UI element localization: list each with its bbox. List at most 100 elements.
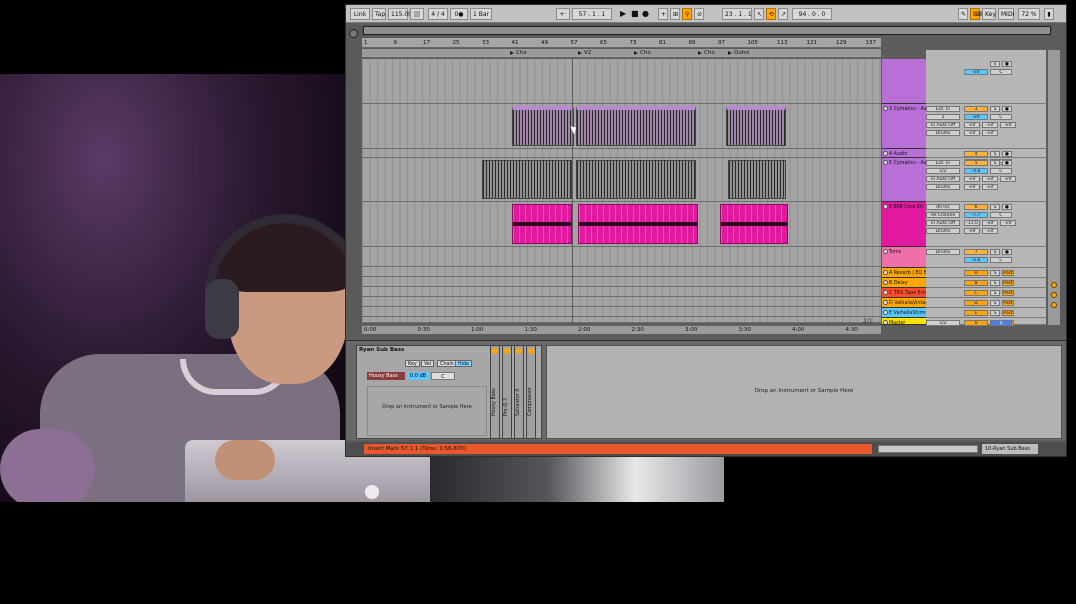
solo-button[interactable]: S xyxy=(990,249,1000,255)
post-button[interactable]: Post xyxy=(1002,280,1014,286)
track-header[interactable]: Master xyxy=(882,318,926,325)
solo-button[interactable]: S xyxy=(990,290,1000,296)
device-compressor[interactable]: Compressor xyxy=(526,345,536,439)
link-button[interactable]: Link xyxy=(350,8,370,20)
time-signature-field[interactable]: 4 / 4 xyxy=(428,8,448,20)
track-activator[interactable]: C xyxy=(964,290,988,296)
track-lane-6[interactable] xyxy=(362,202,881,247)
arm-button[interactable]: ● xyxy=(1002,61,1012,67)
tempo-field[interactable]: 115.00 xyxy=(388,8,412,20)
return-lane-c[interactable] xyxy=(362,287,881,297)
track-fold-icon[interactable] xyxy=(883,151,888,156)
locator-lane[interactable]: Cho V2 Cho Cho Outro xyxy=(362,49,881,58)
track-fold-icon[interactable] xyxy=(883,290,888,295)
quantize-menu[interactable]: 1 Bar xyxy=(470,8,492,20)
session-record-button[interactable]: ⊘ xyxy=(694,8,704,20)
send-c[interactable]: -inf xyxy=(1000,176,1016,182)
send-c[interactable]: -inf xyxy=(1000,122,1016,128)
monitor-switch[interactable]: In Auto Off xyxy=(926,176,960,182)
track-lane-3[interactable] xyxy=(362,104,881,149)
solo-button[interactable]: S xyxy=(990,106,1000,112)
pan-field[interactable]: C xyxy=(990,114,1012,120)
send-a[interactable]: -inf xyxy=(964,176,980,182)
track-fold-icon[interactable] xyxy=(883,160,888,165)
audio-clip[interactable] xyxy=(576,160,696,199)
solo-button[interactable]: S xyxy=(990,310,1000,316)
song-position-field[interactable]: 57 . 1 . 1 xyxy=(572,8,612,20)
track-fold-icon[interactable] xyxy=(883,270,888,275)
track-fold-icon[interactable] xyxy=(883,280,888,285)
solo-button[interactable]: S xyxy=(990,61,1000,67)
send-a[interactable]: -11.0 xyxy=(964,220,980,226)
send-b[interactable]: -inf xyxy=(982,220,998,226)
track-activator[interactable]: B xyxy=(964,280,988,286)
midi-clip[interactable] xyxy=(512,204,572,244)
audio-clip[interactable] xyxy=(482,160,572,199)
send-c[interactable]: -inf xyxy=(1000,220,1016,226)
track-header[interactable]: E ValhallaShimmer xyxy=(882,308,926,318)
locator-marker[interactable]: Outro xyxy=(728,49,749,58)
output-menu[interactable]: 1/2 xyxy=(926,320,960,326)
track-fold-icon[interactable] xyxy=(883,249,888,254)
pan-field[interactable]: C xyxy=(990,168,1012,174)
solo-button[interactable]: S xyxy=(990,151,1000,157)
solo-button[interactable]: S xyxy=(990,270,1000,276)
audio-clip[interactable] xyxy=(576,106,696,146)
track-header[interactable]: C TRX Tape Echo | EQ E xyxy=(882,288,926,298)
input-type-menu[interactable]: Ext. In xyxy=(926,160,960,166)
computer-midi-keyboard-button[interactable]: ⌨ xyxy=(970,8,982,20)
tap-button[interactable]: Tap xyxy=(372,8,386,20)
output-menu[interactable]: Drums xyxy=(926,228,960,234)
arm-button[interactable]: ● xyxy=(1002,204,1012,210)
device-housy-bass[interactable]: Housy Bass xyxy=(490,345,500,439)
track-header[interactable]: 5 Cymatics - Astro Mo xyxy=(882,158,926,202)
capture-button[interactable]: ⚲ xyxy=(682,8,692,20)
arm-button[interactable]: ● xyxy=(1002,160,1012,166)
cue-volume[interactable]: 0 xyxy=(990,320,1012,326)
track-lane-4[interactable] xyxy=(362,149,881,158)
overview-visible-region[interactable] xyxy=(363,26,1051,35)
arm-button[interactable]: ● xyxy=(1002,106,1012,112)
track-header[interactable]: 4 Audio xyxy=(882,149,926,158)
locator-marker[interactable]: V2 xyxy=(578,49,591,58)
return-lane-b[interactable] xyxy=(362,277,881,287)
chain-name[interactable]: Housy Bass xyxy=(367,372,405,380)
vertical-scrollbar[interactable] xyxy=(1048,50,1060,325)
loop-switch-button[interactable]: ⟲ xyxy=(766,8,776,20)
return-lane-e[interactable] xyxy=(362,307,881,317)
send-e[interactable]: -inf xyxy=(982,130,998,136)
midi-map-button[interactable]: MIDI xyxy=(998,8,1014,20)
locator-marker[interactable]: Cho xyxy=(698,49,715,58)
track-header[interactable]: A Reverb | EQ Eight xyxy=(882,268,926,278)
output-menu[interactable]: Drums xyxy=(926,249,960,255)
metronome-button[interactable]: 0● xyxy=(450,8,468,20)
arm-button[interactable]: ● xyxy=(1002,151,1012,157)
punch-in-button[interactable]: ↖ xyxy=(754,8,764,20)
input-channel-menu[interactable]: All Channe xyxy=(926,212,960,218)
side-knob-icon[interactable] xyxy=(1051,302,1057,308)
locator-marker[interactable]: Cho xyxy=(634,49,651,58)
automation-arm-button[interactable]: ⊞ xyxy=(670,8,680,20)
record-icon[interactable]: ● xyxy=(642,9,649,19)
solo-button[interactable]: S xyxy=(990,204,1000,210)
send-e[interactable]: -inf xyxy=(982,228,998,234)
beat-time-ruler[interactable]: 1 9 17 25 33 41 49 57 65 73 81 89 97 105 113 121 129 137 xyxy=(362,38,881,48)
status-zoom-slider[interactable] xyxy=(878,445,978,453)
volume-field[interactable]: -4.0 xyxy=(964,168,988,174)
midi-clip[interactable] xyxy=(578,204,698,244)
output-menu[interactable]: Drums xyxy=(926,184,960,190)
monitor-switch[interactable]: In Auto Off xyxy=(926,220,960,226)
pan-field[interactable]: C xyxy=(990,257,1012,263)
arrangement-overview[interactable] xyxy=(362,25,1052,36)
volume-field[interactable]: -5.6 xyxy=(964,257,988,263)
send-d[interactable]: -inf xyxy=(964,130,980,136)
volume-field[interactable]: -7.7 xyxy=(964,212,988,218)
loop-length-field[interactable]: 94 . 0 . 0 xyxy=(792,8,832,20)
arrangement-view[interactable] xyxy=(362,59,881,323)
pan-field[interactable]: C xyxy=(990,212,1012,218)
track-activator[interactable]: 6 xyxy=(964,204,988,210)
output-menu[interactable]: Drums xyxy=(926,130,960,136)
track-fold-icon[interactable] xyxy=(883,300,888,305)
input-type-menu[interactable]: Ext. In xyxy=(926,106,960,112)
arm-button[interactable]: ● xyxy=(1002,249,1012,255)
